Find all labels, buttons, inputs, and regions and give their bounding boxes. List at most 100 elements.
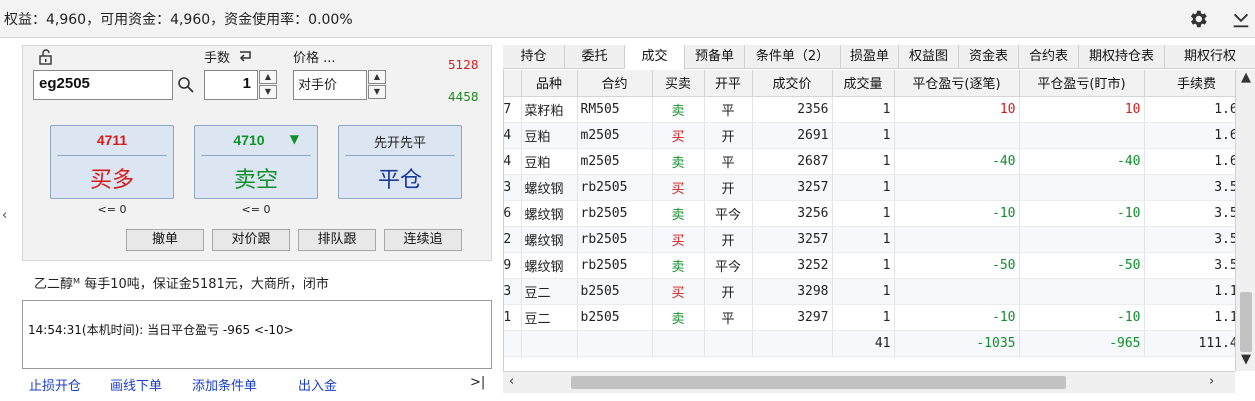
down-triangle-icon: ▼ <box>289 132 299 146</box>
col-header-variety[interactable]: 品种 <box>521 70 578 97</box>
open-close-cell: 开 <box>704 122 753 149</box>
vertical-scrollbar[interactable]: ▲ ▼ <box>1235 70 1255 371</box>
vertical-scroll-thumb[interactable] <box>1240 292 1252 352</box>
qty-up-button[interactable]: ▲ <box>259 70 277 84</box>
price-cell: 3256 <box>752 200 833 227</box>
follow-counter-price-button[interactable]: 对价跟 <box>212 229 290 251</box>
buy-long-button[interactable]: 4711 买多 <box>50 125 174 199</box>
col-header-contract[interactable]: 合约 <box>577 70 653 97</box>
continuous-chase-button[interactable]: 连续追 <box>384 229 462 251</box>
collapse-left-icon[interactable]: ‹ <box>2 208 7 223</box>
fee-cell: 1.65 <box>1144 122 1235 149</box>
gear-icon[interactable] <box>1187 8 1209 30</box>
qty-down-button[interactable]: ▼ <box>259 85 277 99</box>
qty-cell: 1 <box>832 96 895 123</box>
totals-row: 41-1035-965111.47 <box>504 330 1235 357</box>
price-down-button[interactable]: ▼ <box>368 85 386 99</box>
scroll-right-icon[interactable]: › <box>1209 374 1214 389</box>
open-close-cell: 平 <box>704 304 753 331</box>
row-index: 6 <box>504 200 522 227</box>
col-header-qty[interactable]: 成交量 <box>832 70 895 97</box>
table-row[interactable]: 4豆粕m2505卖平26871-40-401.65 <box>504 148 1235 175</box>
tab-funds-table[interactable]: 资金表 <box>959 45 1019 69</box>
pnl-mark-cell: -10 <box>1019 304 1145 331</box>
expand-panel-icon[interactable]: >| <box>470 375 485 390</box>
table-row[interactable]: 9螺纹钢rb2505卖平今32521-50-503.58 <box>504 252 1235 279</box>
col-header-pnl-trade[interactable]: 平仓盈亏(逐笔) <box>894 70 1020 97</box>
price-up-button[interactable]: ▲ <box>368 70 386 84</box>
tab-equity-chart[interactable]: 权益图 <box>899 45 959 69</box>
qty-cell: 1 <box>832 174 895 201</box>
tab-option-positions[interactable]: 期权持仓表 <box>1079 45 1165 69</box>
price-cell: 3252 <box>752 252 833 279</box>
horizontal-scrollbar[interactable]: ‹ › <box>503 371 1235 393</box>
side-cell: 买 <box>652 278 705 305</box>
unlock-icon[interactable] <box>39 49 53 65</box>
pnl-mark-cell: 10 <box>1019 96 1145 123</box>
scroll-up-icon[interactable]: ▲ <box>1241 70 1251 85</box>
line-order-link[interactable]: 画线下单 <box>110 375 162 394</box>
scroll-left-icon[interactable]: ‹ <box>509 374 514 389</box>
row-index: 3 <box>504 278 522 305</box>
limit-down-price: 4458 <box>448 90 479 104</box>
tab-stop-profit-orders[interactable]: 损盈单 <box>841 45 899 69</box>
col-header-open-close[interactable]: 开平 <box>704 70 753 97</box>
divider <box>201 155 311 156</box>
table-row[interactable]: 7菜籽粕RM505卖平2356110101.65 <box>504 96 1235 123</box>
price-type-select[interactable]: 对手价 <box>293 70 367 100</box>
total-pnl-mark: -965 <box>1019 330 1145 357</box>
table-row[interactable]: 2螺纹钢rb2505买开32571 3.58 <box>504 226 1235 253</box>
contract-cell: b2505 <box>577 278 653 305</box>
col-header-pnl-mark[interactable]: 平仓盈亏(盯市) <box>1019 70 1145 97</box>
qty-input[interactable]: 1 <box>204 70 258 100</box>
empty-cell <box>521 330 578 357</box>
return-icon[interactable] <box>238 49 254 63</box>
side-cell: 卖 <box>652 148 705 175</box>
follow-queue-button[interactable]: 排队跟 <box>298 229 376 251</box>
qty-label: 手数 <box>204 51 231 66</box>
tab-condition-orders[interactable]: 条件单（2） <box>745 45 841 69</box>
scroll-down-icon[interactable]: ▼ <box>1241 352 1251 367</box>
col-header-price[interactable]: 成交价 <box>752 70 833 97</box>
collapse-down-icon[interactable] <box>1230 8 1252 30</box>
horizontal-scroll-thumb[interactable] <box>571 376 1066 389</box>
buy-price: 4711 <box>96 132 128 148</box>
pnl-mark-cell: -40 <box>1019 148 1145 175</box>
side-cell: 买 <box>652 174 705 201</box>
col-header-fee[interactable]: 手续费 <box>1144 70 1235 97</box>
symbol-input[interactable]: eg2505 <box>33 70 173 100</box>
tab-trades[interactable]: 成交 <box>625 45 685 70</box>
variety-cell: 菜籽粕 <box>521 96 578 123</box>
table-row[interactable]: 1豆二b2505卖平32971-10-101.10 <box>504 304 1235 331</box>
tab-contracts-table[interactable]: 合约表 <box>1019 45 1079 69</box>
col-header[interactable] <box>504 70 522 97</box>
add-condition-order-link[interactable]: 添加条件单 <box>192 375 257 394</box>
contract-cell: RM505 <box>577 96 653 123</box>
tab-prepared-orders[interactable]: 预备单 <box>685 45 745 69</box>
side-cell: 买 <box>652 122 705 149</box>
price-cell: 2356 <box>752 96 833 123</box>
order-panel: 手数 价格 ... eg2505 1 ▲ ▼ 对手价 ▲ ▼ 5128 4458… <box>22 45 492 261</box>
tab-orders[interactable]: 委托 <box>565 45 625 69</box>
sell-short-button[interactable]: 4710 ▼ 卖空 <box>194 125 318 199</box>
tab-positions[interactable]: 持仓 <box>503 45 565 69</box>
search-icon[interactable] <box>177 76 195 94</box>
fee-cell: 1.10 <box>1144 304 1235 331</box>
table-row[interactable]: 6螺纹钢rb2505卖平今32561-10-103.58 <box>504 200 1235 227</box>
price-cell: 3297 <box>752 304 833 331</box>
col-header-side[interactable]: 买卖 <box>652 70 705 97</box>
stop-loss-open-link[interactable]: 止损开仓 <box>29 375 81 394</box>
cancel-order-button[interactable]: 撤单 <box>126 229 204 251</box>
row-index: 7 <box>504 96 522 123</box>
open-close-cell: 开 <box>704 174 753 201</box>
close-mode-label: 先开先平 <box>373 136 426 151</box>
variety-cell: 豆粕 <box>521 148 578 175</box>
table-row[interactable]: 4豆粕m2505买开26911 1.65 <box>504 122 1235 149</box>
tab-option-exercise[interactable]: 期权行权 <box>1165 45 1255 69</box>
table-row[interactable]: 3豆二b2505买开32981 1.10 <box>504 278 1235 305</box>
row-index: 2 <box>504 226 522 253</box>
pnl-trade-cell <box>894 174 1020 201</box>
deposit-withdraw-link[interactable]: 出入金 <box>298 375 337 394</box>
close-position-button[interactable]: 先开先平 平仓 <box>338 125 462 199</box>
table-row[interactable]: 3螺纹钢rb2505买开32571 3.58 <box>504 174 1235 201</box>
